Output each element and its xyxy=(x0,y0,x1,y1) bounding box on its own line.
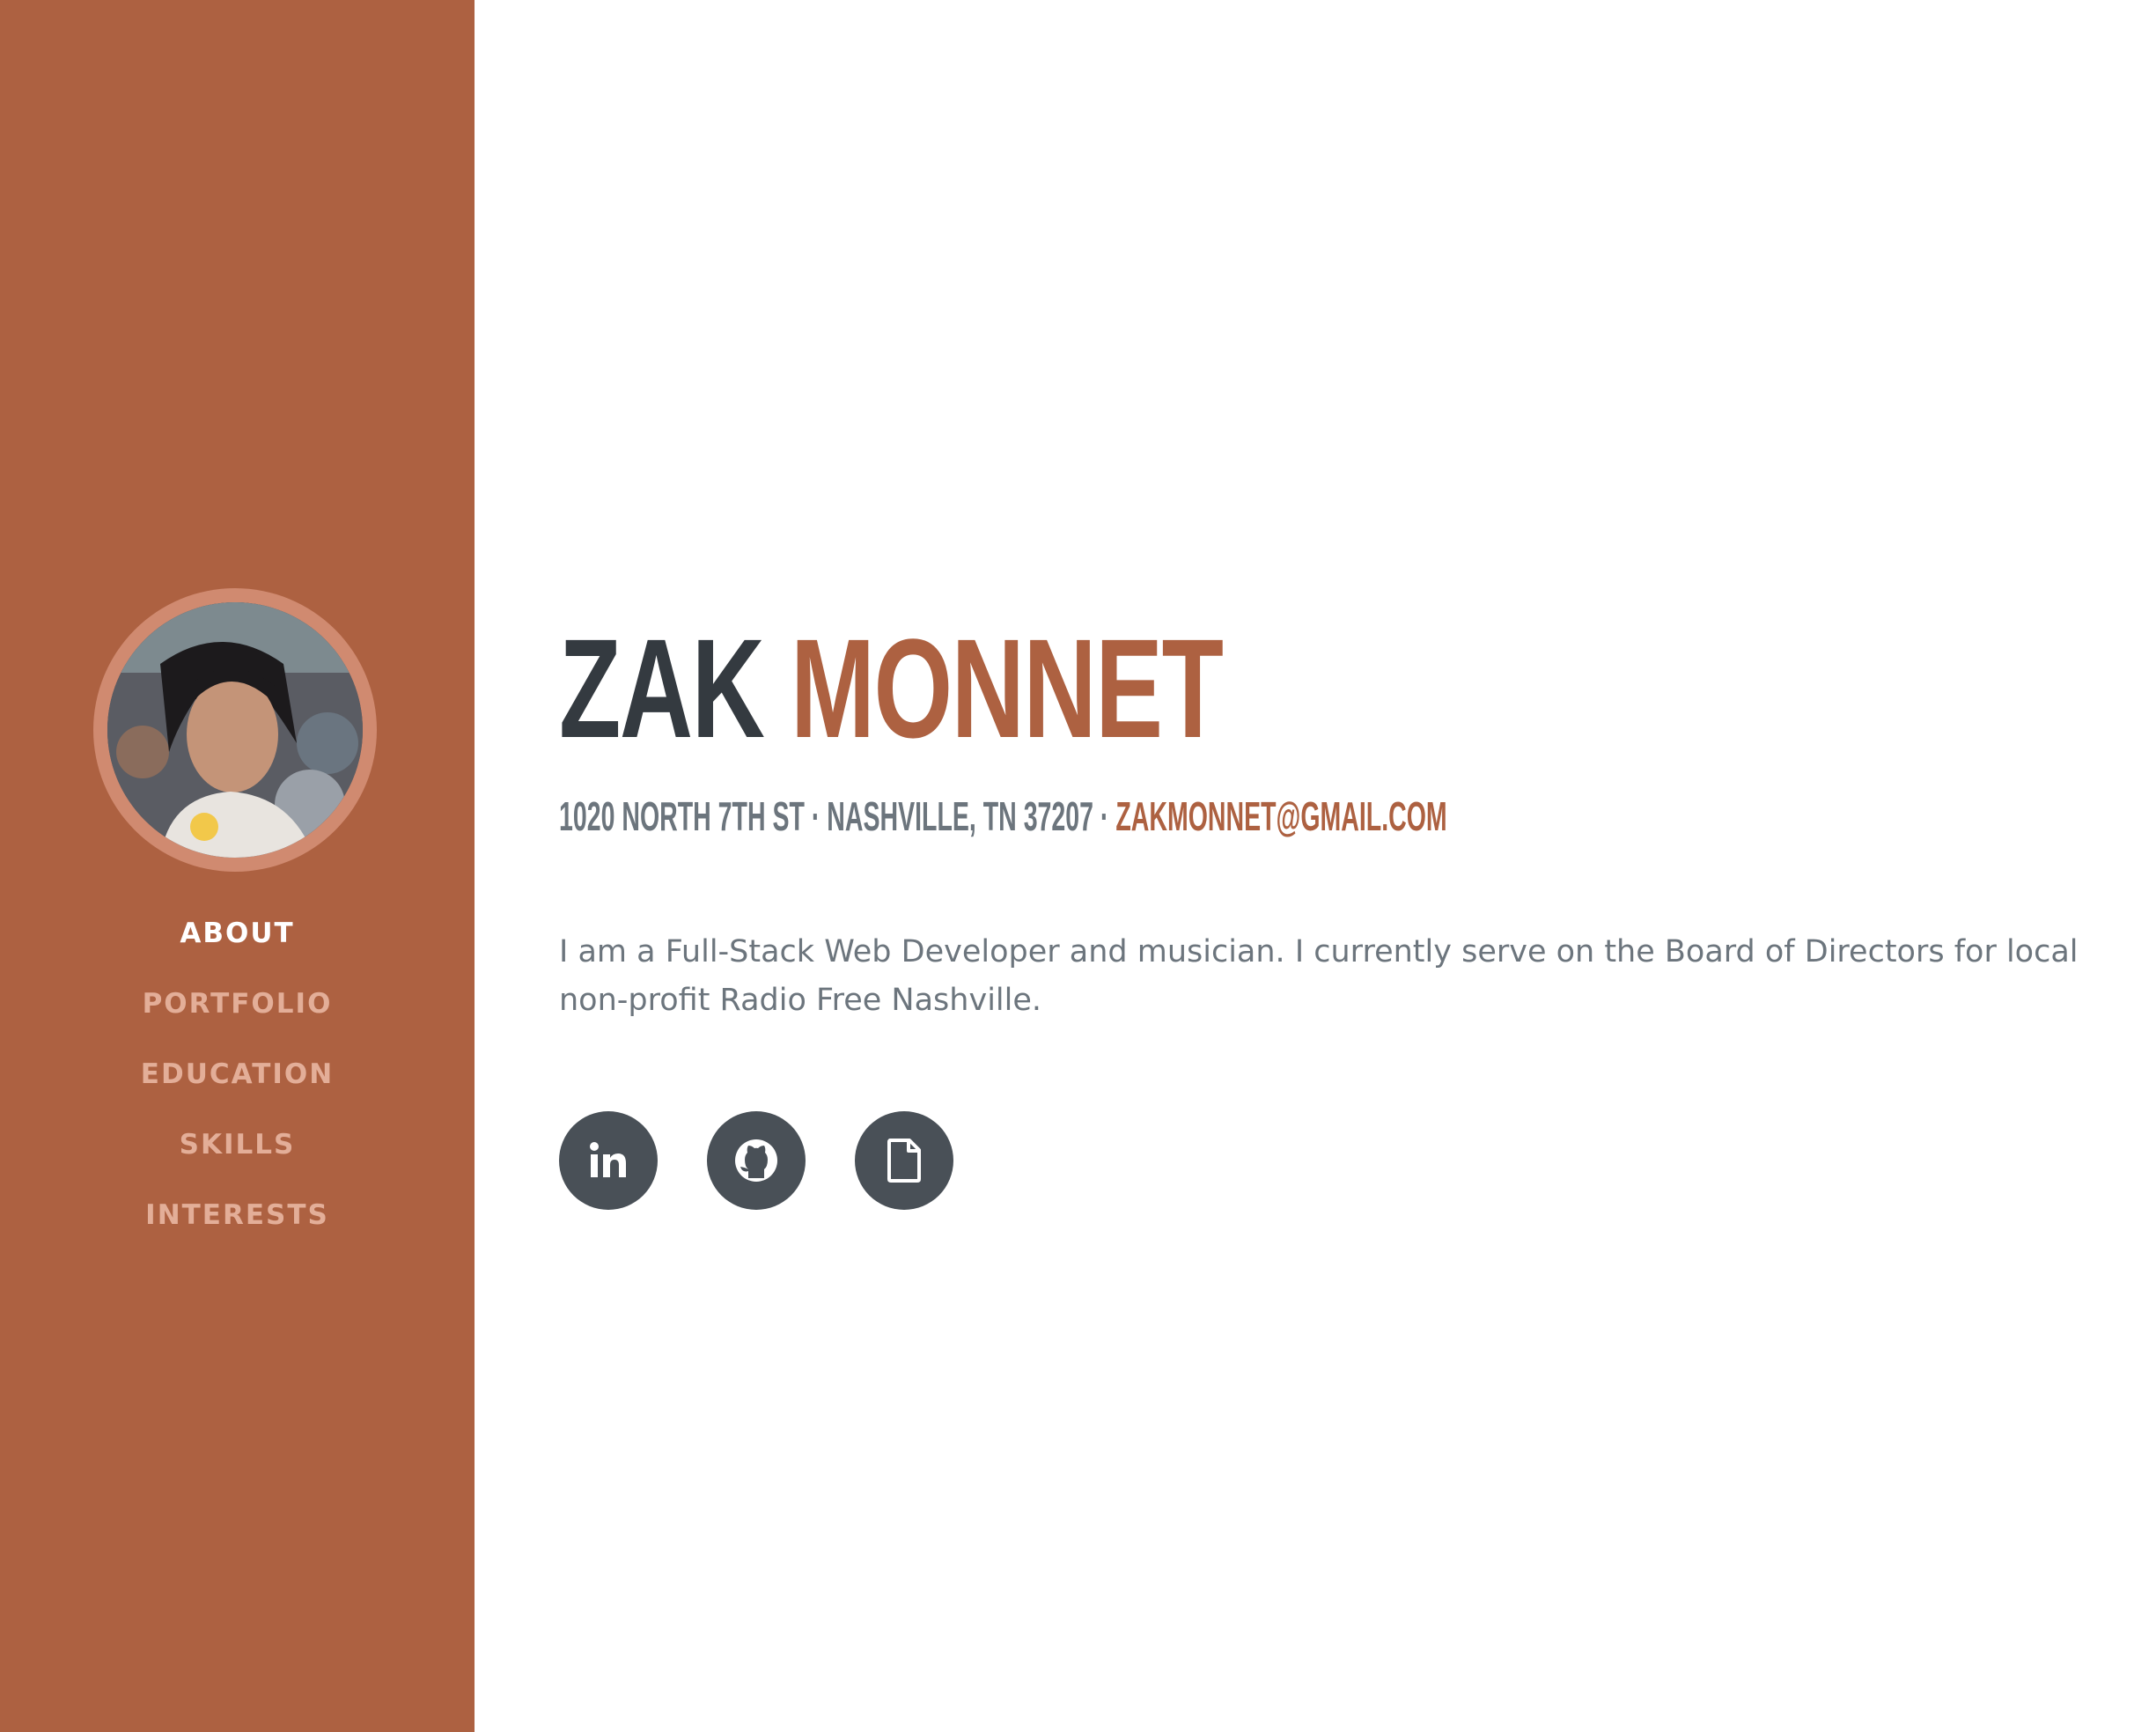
nav-item-skills[interactable]: SKILLS xyxy=(0,1118,475,1189)
linkedin-icon xyxy=(559,1111,658,1210)
avatar xyxy=(93,588,377,872)
nav-item-interests[interactable]: INTERESTS xyxy=(0,1189,475,1259)
social-icons xyxy=(559,1111,953,1210)
nav-item-portfolio[interactable]: PORTFOLIO xyxy=(0,977,475,1048)
github-icon xyxy=(707,1111,806,1210)
nav-menu: ABOUT PORTFOLIO EDUCATION SKILLS INTERES… xyxy=(0,907,475,1259)
file-icon xyxy=(855,1111,953,1210)
nav-item-education[interactable]: EDUCATION xyxy=(0,1048,475,1118)
sidebar-nav: ABOUT PORTFOLIO EDUCATION SKILLS INTERES… xyxy=(0,0,475,1732)
first-name: ZAK xyxy=(559,609,765,767)
profile-photo xyxy=(107,602,363,858)
contact-line: 1020 NORTH 7TH ST · NASHVILLE, TN 37207 … xyxy=(559,792,1447,840)
page-title: ZAK MONNET xyxy=(559,609,1224,768)
email-link[interactable]: ZAKMONNET@GMAIL.COM xyxy=(1115,793,1446,839)
linkedin-button[interactable] xyxy=(559,1111,658,1210)
address: 1020 NORTH 7TH ST · NASHVILLE, TN 37207 … xyxy=(559,793,1116,839)
bio-text: I am a Full-Stack Web Developer and musi… xyxy=(559,934,2079,1018)
github-button[interactable] xyxy=(707,1111,806,1210)
last-name: MONNET xyxy=(791,609,1224,767)
resume-button[interactable] xyxy=(855,1111,953,1210)
about-section: ZAK MONNET 1020 NORTH 7TH ST · NASHVILLE… xyxy=(559,0,2108,1732)
nav-item-about[interactable]: ABOUT xyxy=(0,907,475,977)
